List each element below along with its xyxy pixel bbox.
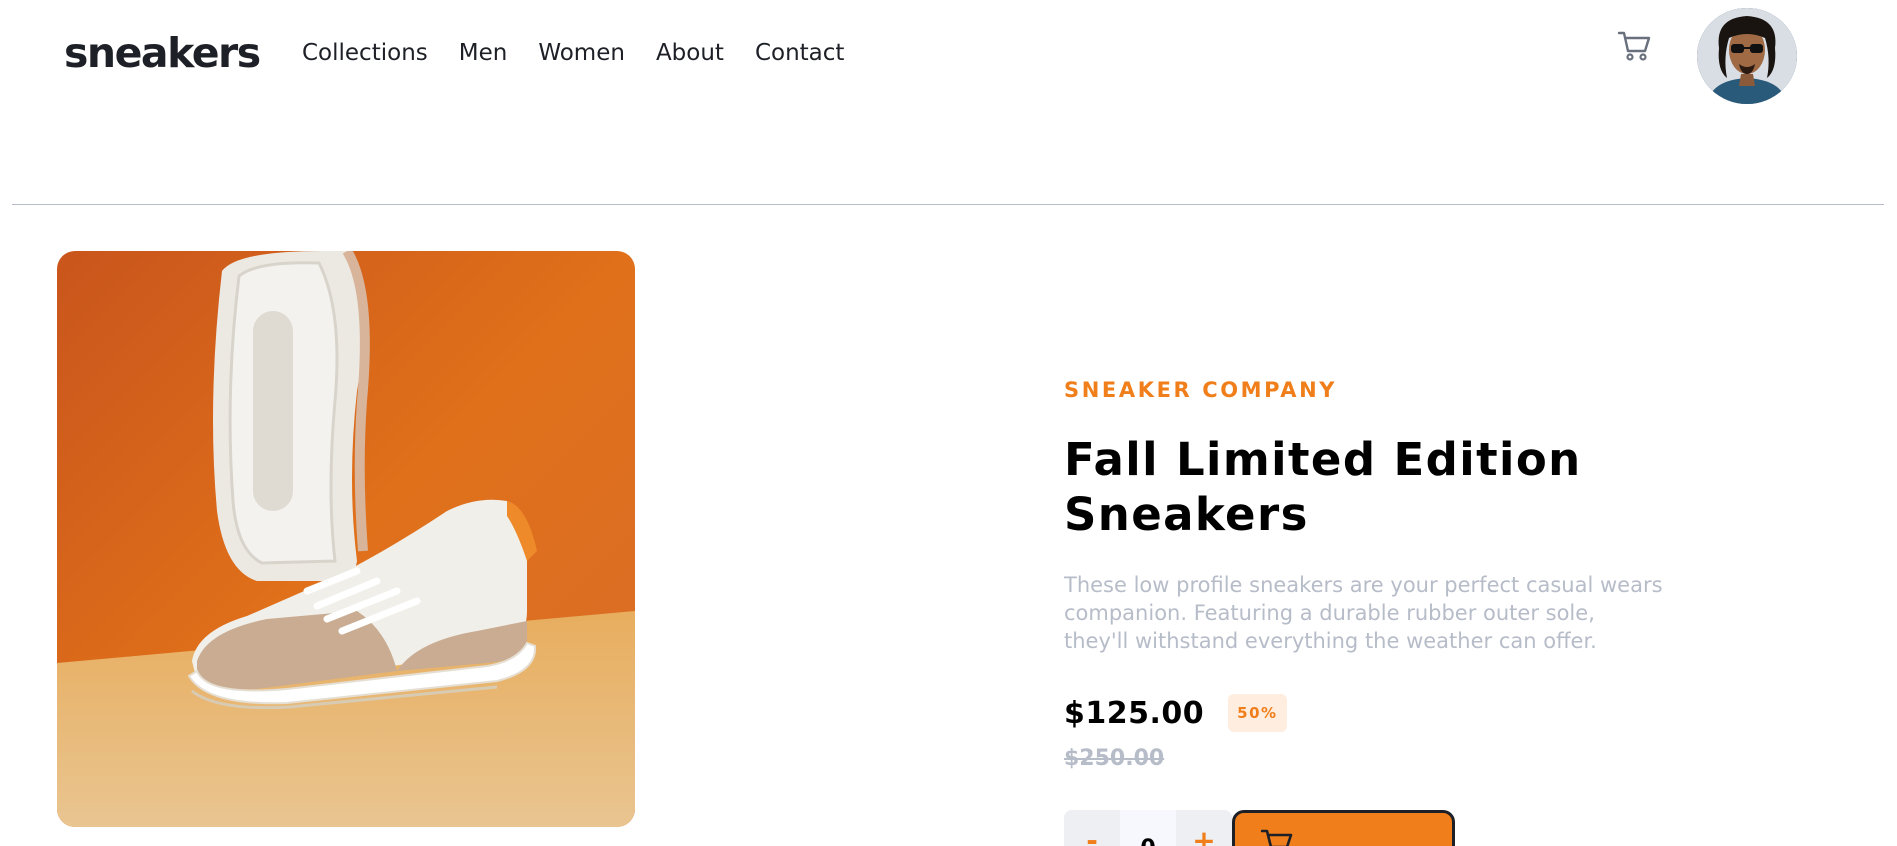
product-description: These low profile sneakers are your perf… bbox=[1064, 573, 1663, 653]
nav-collections[interactable]: Collections bbox=[302, 38, 428, 68]
nav-about[interactable]: About bbox=[656, 38, 724, 68]
nav-women[interactable]: Women bbox=[538, 38, 625, 68]
site-header: sneakers Collections Men Women About Con… bbox=[0, 0, 1897, 205]
product-title: Fall Limited Edition Sneakers bbox=[1064, 433, 1582, 541]
minus-icon: - bbox=[1086, 823, 1098, 846]
price-row: $125.00 50% bbox=[1064, 694, 1684, 732]
quantity-value: 0 bbox=[1120, 810, 1176, 846]
nav-contact[interactable]: Contact bbox=[755, 38, 844, 68]
current-price: $125.00 bbox=[1064, 695, 1205, 731]
plus-icon: + bbox=[1192, 823, 1216, 846]
company-label: SNEAKER COMPANY bbox=[1064, 378, 1338, 402]
decrease-button[interactable]: - bbox=[1064, 810, 1120, 846]
add-to-cart-button[interactable] bbox=[1232, 810, 1455, 846]
main-nav: Collections Men Women About Contact bbox=[302, 38, 844, 68]
product-details: SNEAKER COMPANY Fall Limited Edition Sne… bbox=[1064, 372, 1684, 771]
cart-icon[interactable] bbox=[1617, 27, 1653, 63]
header-divider bbox=[12, 204, 1884, 205]
original-price: $250.00 bbox=[1064, 746, 1165, 771]
quantity-stepper: - 0 + bbox=[1064, 810, 1232, 846]
purchase-controls: - 0 + bbox=[1064, 810, 1455, 846]
discount-badge: 50% bbox=[1228, 694, 1287, 732]
nav-men[interactable]: Men bbox=[459, 38, 508, 68]
product-image[interactable] bbox=[57, 251, 635, 827]
cart-icon bbox=[1261, 829, 1293, 846]
logo[interactable]: sneakers bbox=[64, 28, 261, 78]
increase-button[interactable]: + bbox=[1176, 810, 1232, 846]
user-avatar[interactable] bbox=[1697, 8, 1797, 104]
